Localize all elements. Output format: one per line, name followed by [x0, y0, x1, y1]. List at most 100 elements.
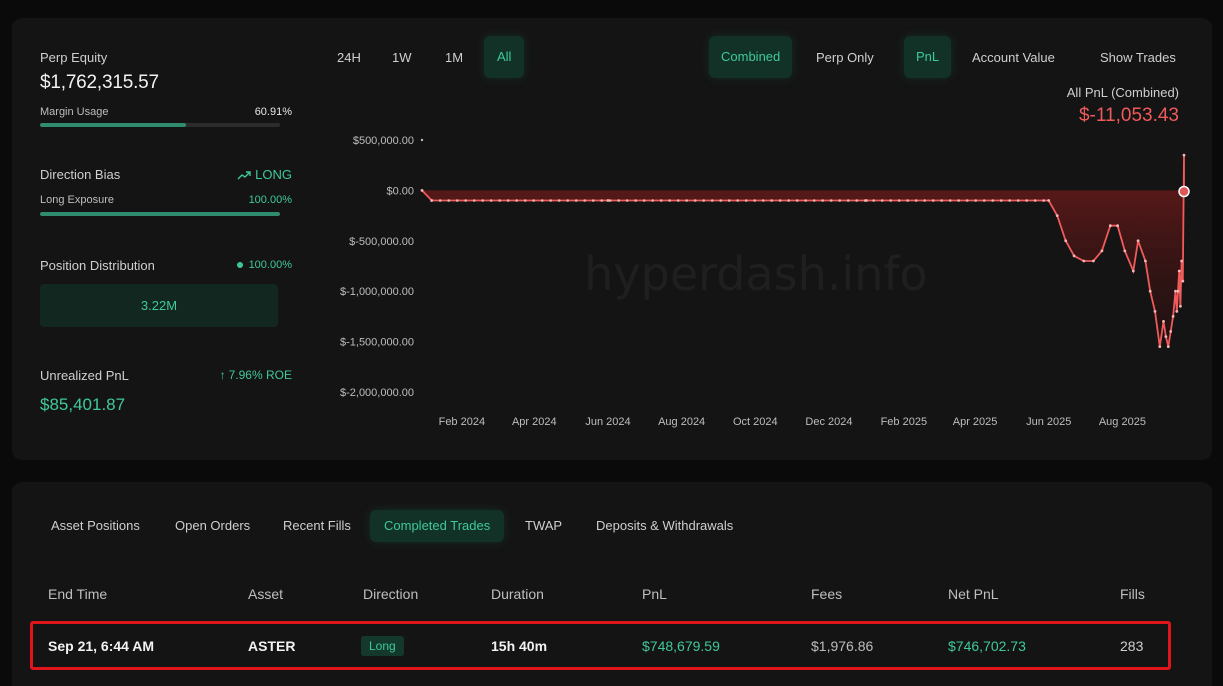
data-point — [1136, 239, 1140, 243]
column-header-net-pnl[interactable]: Net PnL — [948, 586, 999, 602]
column-header-asset[interactable]: Asset — [248, 586, 283, 602]
column-header-fills[interactable]: Fills — [1120, 586, 1145, 602]
x-tick-label: Apr 2024 — [512, 416, 557, 428]
data-point — [710, 199, 714, 202]
data-point — [617, 199, 620, 202]
column-header-end-time[interactable]: End Time — [48, 586, 107, 602]
data-point — [906, 199, 909, 202]
portfolio-panel: Perp Equity $1,762,315.57 Margin Usage 6… — [12, 18, 1212, 460]
data-point — [727, 199, 731, 202]
data-point — [685, 199, 688, 202]
tab-recent-fills[interactable]: Recent Fills — [269, 510, 365, 542]
data-point — [880, 199, 884, 202]
y-tick-label: $0.00 — [386, 185, 414, 197]
y-axis-marker — [420, 138, 424, 142]
data-point — [625, 199, 629, 202]
data-point — [1174, 289, 1177, 293]
data-point — [1042, 199, 1045, 202]
data-point — [464, 199, 468, 202]
data-point — [965, 199, 969, 202]
tab-open-orders[interactable]: Open Orders — [161, 510, 264, 542]
data-point — [1181, 279, 1185, 283]
data-point — [668, 199, 671, 202]
tab-deposits-withdrawals[interactable]: Deposits & Withdrawals — [582, 510, 747, 542]
data-point — [676, 199, 680, 202]
data-point — [1182, 153, 1186, 157]
x-tick-label: Aug 2024 — [658, 416, 705, 428]
data-point — [566, 199, 569, 202]
column-header-direction[interactable]: Direction — [363, 586, 418, 602]
y-tick-label: $-1,500,000.00 — [340, 337, 414, 349]
data-point — [1179, 304, 1182, 308]
data-point — [855, 199, 858, 202]
data-point — [1158, 345, 1162, 348]
data-point — [430, 199, 434, 202]
column-header-duration[interactable]: Duration — [491, 586, 544, 602]
data-point — [1177, 269, 1181, 273]
x-tick-label: Dec 2024 — [805, 416, 852, 428]
data-point — [634, 199, 637, 202]
data-point — [642, 199, 646, 202]
data-point — [583, 199, 586, 202]
data-point — [489, 199, 493, 202]
data-point — [838, 199, 841, 202]
data-point — [1055, 214, 1059, 218]
data-point — [821, 199, 824, 202]
column-header-fees[interactable]: Fees — [811, 586, 842, 602]
data-point — [1131, 269, 1135, 273]
data-point — [420, 189, 424, 192]
tab-twap[interactable]: TWAP — [511, 510, 576, 542]
data-point — [787, 199, 790, 202]
x-tick-label: Aug 2025 — [1099, 416, 1146, 428]
data-point — [999, 199, 1003, 202]
data-point — [770, 199, 773, 202]
watermark: hyperdash.info — [584, 247, 927, 301]
x-tick-label: Oct 2024 — [733, 416, 778, 428]
data-point — [532, 199, 535, 202]
data-point — [447, 199, 451, 202]
tab-completed-trades[interactable]: Completed Trades — [370, 510, 505, 542]
data-point — [498, 199, 502, 202]
data-point — [1148, 289, 1152, 293]
trades-panel: Asset Positions Open Orders Recent Fills… — [12, 482, 1212, 686]
data-point — [1016, 199, 1020, 202]
data-point — [1082, 259, 1086, 263]
x-tick-label: Feb 2024 — [439, 416, 485, 428]
data-point — [1144, 259, 1147, 263]
data-point — [812, 199, 816, 202]
data-point — [940, 199, 943, 202]
data-point — [744, 199, 748, 202]
data-point — [1123, 249, 1127, 253]
data-point — [540, 199, 544, 202]
data-point — [1175, 310, 1179, 313]
data-point — [889, 199, 892, 202]
data-point — [702, 199, 705, 202]
data-point — [982, 199, 986, 202]
current-value-marker[interactable] — [1178, 185, 1190, 198]
data-point — [753, 199, 756, 202]
data-point — [1100, 249, 1104, 253]
data-point — [931, 199, 935, 202]
data-point — [506, 199, 510, 202]
y-tick-label: $-1,000,000.00 — [340, 286, 414, 298]
data-point — [761, 199, 765, 202]
data-point — [846, 199, 850, 202]
data-point — [523, 199, 527, 202]
data-point — [778, 199, 782, 202]
highlight-annotation — [30, 621, 1171, 670]
data-point — [1008, 199, 1011, 202]
data-point — [991, 199, 994, 202]
data-point — [1116, 224, 1119, 228]
data-point — [438, 199, 442, 202]
data-point — [574, 199, 578, 202]
pnl-chart[interactable]: hyperdash.info $500,000.00 $0.00 $-500,000… — [12, 18, 1212, 460]
data-point — [1166, 345, 1170, 348]
column-header-pnl[interactable]: PnL — [642, 586, 667, 602]
data-point — [455, 199, 459, 202]
data-point — [1064, 239, 1068, 243]
data-point — [719, 199, 722, 202]
data-point — [804, 199, 807, 202]
y-tick-label: $-2,000,000.00 — [340, 387, 414, 399]
data-point — [600, 199, 603, 202]
tab-asset-positions[interactable]: Asset Positions — [37, 510, 154, 542]
